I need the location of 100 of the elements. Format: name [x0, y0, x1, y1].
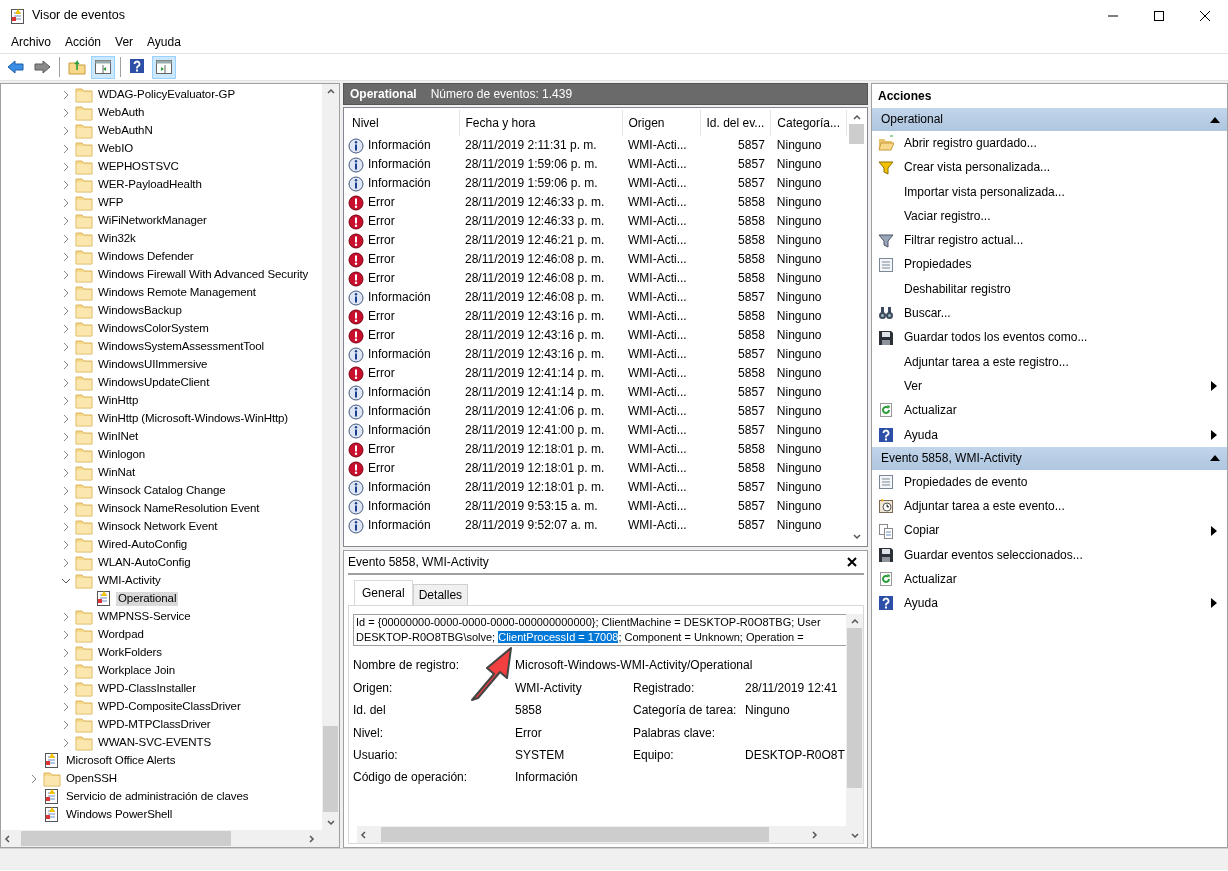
- section-header[interactable]: Evento 5858, WMI-Activity: [872, 446, 1227, 470]
- tree-item[interactable]: WinINet: [96, 430, 141, 444]
- scrollbar-thumb[interactable]: [847, 628, 862, 789]
- action-item[interactable]: Copiar: [872, 518, 1227, 543]
- binoculars-icon: [878, 305, 894, 322]
- column-header[interactable]: Fecha y hora: [459, 110, 622, 136]
- column-header[interactable]: Origen: [622, 110, 700, 136]
- info-icon: [348, 346, 364, 363]
- tree-item[interactable]: WindowsColorSystem: [96, 322, 211, 336]
- tree-item[interactable]: Servicio de administración de claves: [64, 790, 251, 804]
- menu-item[interactable]: Ver: [108, 32, 141, 52]
- action-item[interactable]: Guardar todos los eventos como...: [872, 325, 1227, 350]
- toolbar-button[interactable]: [91, 55, 115, 79]
- window-title: Visor de eventos: [32, 8, 126, 23]
- action-item[interactable]: Actualizar: [872, 567, 1227, 592]
- scrollbar-thumb[interactable]: [381, 827, 769, 842]
- tree-item[interactable]: WinHttp (Microsoft-Windows-WinHttp): [96, 412, 291, 426]
- horizontal-scrollbar[interactable]: [1, 830, 339, 847]
- action-item[interactable]: Adjuntar tarea a este registro...: [872, 349, 1227, 374]
- section-header[interactable]: Operational: [872, 108, 1227, 131]
- tab[interactable]: Detalles: [412, 584, 469, 606]
- tree-item[interactable]: Windows Remote Management: [96, 286, 258, 300]
- action-item[interactable]: Actualizar: [872, 398, 1227, 423]
- toolbar-button[interactable]: [152, 55, 176, 79]
- scrollbar-thumb[interactable]: [849, 124, 864, 144]
- help-icon: [129, 58, 147, 76]
- tree-item[interactable]: Windows PowerShell: [64, 808, 175, 822]
- field-label: Palabras clave:: [633, 725, 717, 740]
- menu-item[interactable]: Archivo: [4, 32, 58, 52]
- info-icon: [348, 422, 364, 439]
- tree-item[interactable]: WDAG-PolicyEvaluator-GP: [96, 88, 237, 102]
- tree-item[interactable]: WER-PayloadHealth: [96, 178, 204, 192]
- tab[interactable]: General: [354, 580, 413, 606]
- tree-item[interactable]: WindowsUpdateClient: [96, 376, 212, 390]
- column-header[interactable]: Nivel: [346, 110, 459, 136]
- tree-item[interactable]: WebIO: [96, 142, 136, 156]
- scrollbar-thumb[interactable]: [323, 726, 338, 812]
- vertical-scrollbar[interactable]: [322, 84, 339, 830]
- action-item[interactable]: Ver: [872, 373, 1227, 399]
- action-item[interactable]: Propiedades de evento: [872, 469, 1227, 495]
- action-item[interactable]: Buscar...: [872, 301, 1227, 326]
- action-item[interactable]: Adjuntar tarea a este evento...: [872, 494, 1227, 519]
- tree-item[interactable]: WindowsUIImmersive: [96, 358, 210, 372]
- action-item[interactable]: Propiedades: [872, 252, 1227, 277]
- scrollbar-thumb[interactable]: [21, 831, 231, 846]
- action-item[interactable]: Crear vista personalizada...: [872, 155, 1227, 180]
- tree-item[interactable]: WebAuth: [96, 106, 147, 120]
- action-item[interactable]: Deshabilitar registro: [872, 276, 1227, 302]
- table-cell-text: 28/11/2019 12:41:14 p. m.: [464, 365, 606, 383]
- tree-item[interactable]: WPD-ClassInstaller: [96, 682, 198, 696]
- tree-item[interactable]: WorkFolders: [96, 646, 164, 660]
- tree-item[interactable]: Workplace Join: [96, 664, 177, 678]
- column-header[interactable]: Id. del ev...: [700, 110, 771, 136]
- table-cell-text: 28/11/2019 12:41:06 p. m.: [464, 403, 606, 421]
- tree-item[interactable]: WMPNSS-Service: [96, 610, 193, 624]
- menu-item[interactable]: Acción: [58, 32, 109, 52]
- tree-item[interactable]: WLAN-AutoConfig: [96, 556, 193, 570]
- table-cell: Error: [368, 195, 395, 210]
- action-item[interactable]: Ayuda: [872, 591, 1227, 616]
- tree-item[interactable]: WPD-MTPClassDriver: [96, 718, 213, 732]
- action-item[interactable]: Filtrar registro actual...: [872, 228, 1227, 253]
- folder-icon: [75, 464, 93, 482]
- action-item[interactable]: Vaciar registro...: [872, 203, 1227, 229]
- action-item[interactable]: Importar vista personalizada...: [872, 179, 1227, 204]
- close-button[interactable]: [846, 556, 858, 568]
- tree-item[interactable]: WebAuthN: [96, 124, 155, 138]
- tree-item[interactable]: Winlogon: [96, 448, 148, 462]
- tree-item[interactable]: Microsoft Office Alerts: [64, 754, 178, 768]
- column-header[interactable]: Categoría...: [770, 110, 847, 136]
- tree-item[interactable]: Winsock NameResolution Event: [96, 502, 262, 516]
- tree-item[interactable]: Operational: [116, 592, 179, 606]
- tree-item[interactable]: Windows Firewall With Advanced Security: [96, 268, 311, 282]
- event-description: DESKTOP-R0O8TBG\solve; ClientProcessId = 17008; Component = Unknown; Operation =: [356, 630, 805, 646]
- tree-item[interactable]: WFP: [96, 196, 126, 210]
- action-item[interactable]: Guardar eventos seleccionados...: [872, 542, 1227, 568]
- action-item[interactable]: Abrir registro guardado...: [872, 131, 1227, 156]
- tree-item[interactable]: WMI-Activity: [96, 574, 163, 588]
- table-cell-text: 28/11/2019 12:18:01 p. m.: [464, 441, 606, 459]
- horizontal-scrollbar[interactable]: [357, 826, 846, 843]
- tree-item[interactable]: WinHttp: [96, 394, 141, 408]
- tree-item[interactable]: WindowsSystemAssessmentTool: [96, 340, 267, 354]
- field-value: Error: [515, 725, 543, 740]
- action-item[interactable]: Ayuda: [872, 422, 1227, 447]
- tree-item[interactable]: Winsock Network Event: [96, 520, 220, 534]
- tree-item[interactable]: WWAN-SVC-EVENTS: [96, 736, 214, 750]
- tree-item[interactable]: WPD-CompositeClassDriver: [96, 700, 243, 714]
- table-cell-text: 28/11/2019 12:43:16 p. m.: [464, 308, 606, 326]
- tree-item[interactable]: OpenSSH: [64, 772, 120, 786]
- tree-item[interactable]: WiFiNetworkManager: [96, 214, 209, 228]
- tree-item[interactable]: Win32k: [96, 232, 138, 246]
- vertical-scrollbar[interactable]: [846, 614, 863, 843]
- tree-item[interactable]: Winsock Catalog Change: [96, 484, 228, 498]
- tree-item[interactable]: Wired-AutoConfig: [96, 538, 190, 552]
- tree-item[interactable]: Windows Defender: [96, 250, 196, 264]
- tree-item[interactable]: WindowsBackup: [96, 304, 184, 318]
- tree-item[interactable]: WinNat: [96, 466, 138, 480]
- table-cell: Información: [368, 290, 431, 305]
- menu-item[interactable]: Ayuda: [140, 32, 188, 52]
- tree-item[interactable]: WEPHOSTSVC: [96, 160, 181, 174]
- tree-item[interactable]: Wordpad: [96, 628, 146, 642]
